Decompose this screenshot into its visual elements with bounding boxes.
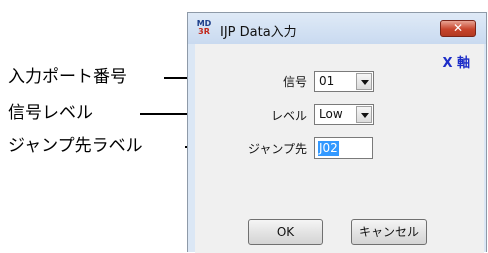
signal-select[interactable]: 01 (314, 71, 374, 92)
ijp-data-input-dialog: MD 3R IJP Data入力 ✕ X 軸 信号 01 レベル Low ジャン… (187, 12, 487, 253)
dialog-body: X 軸 信号 01 レベル Low ジャンプ先 J02 OK キャンセル (195, 44, 484, 253)
ok-button[interactable]: OK (248, 219, 323, 245)
signal-select-value: 01 (319, 74, 335, 88)
signal-label: 信号 (282, 75, 307, 89)
annotation-signal-level: 信号レベル (8, 103, 93, 123)
chevron-down-icon[interactable] (356, 106, 372, 123)
close-icon: ✕ (452, 21, 464, 35)
jump-label-input[interactable]: J02 (314, 137, 373, 159)
window-title: IJP Data入力 (220, 25, 297, 40)
level-select[interactable]: Low (314, 104, 374, 125)
annotation-input-port-number: 入力ポート番号 (8, 67, 127, 87)
title-bar[interactable]: MD 3R IJP Data入力 ✕ (188, 13, 486, 44)
jump-label-input-value: J02 (318, 141, 339, 156)
app-icon: MD 3R (196, 19, 212, 36)
cancel-button[interactable]: キャンセル (351, 219, 427, 245)
axis-label: X 軸 (442, 56, 470, 71)
level-select-value: Low (319, 107, 343, 121)
jump-label: ジャンプ先 (247, 142, 307, 156)
chevron-down-icon[interactable] (356, 73, 372, 90)
level-label: レベル (270, 109, 307, 123)
annotation-jump-label: ジャンプ先ラベル (8, 136, 143, 156)
close-button[interactable]: ✕ (440, 20, 476, 37)
